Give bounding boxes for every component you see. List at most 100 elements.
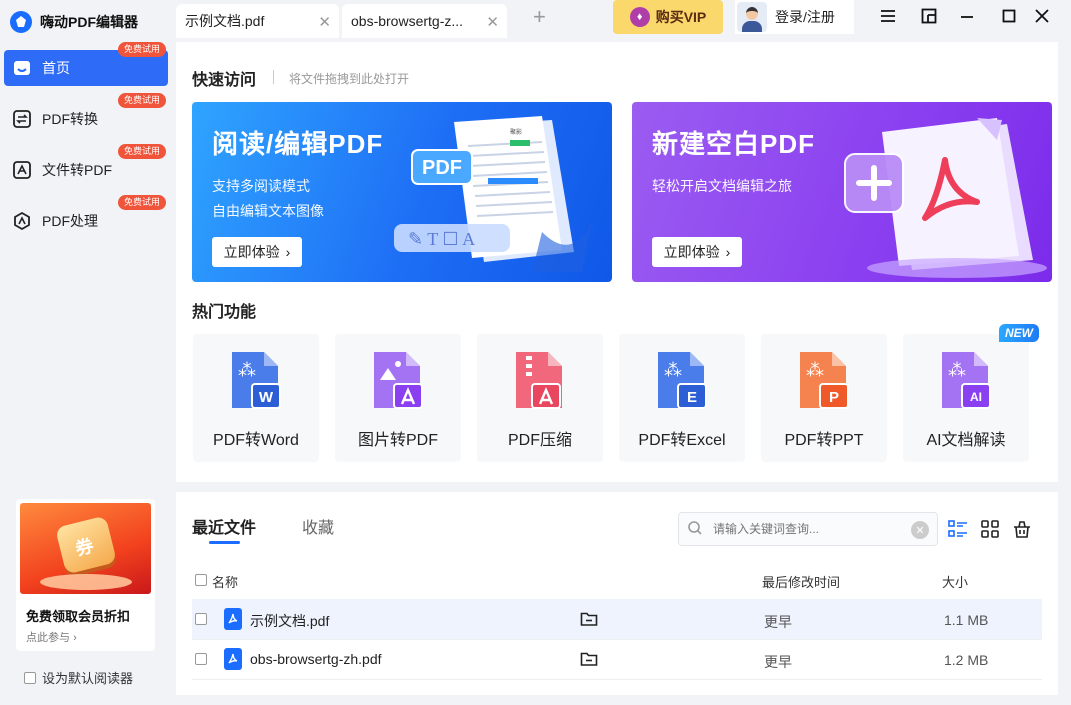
app-logo-icon bbox=[10, 11, 32, 33]
drop-hint: 将文件拖拽到此处打开 bbox=[289, 70, 409, 87]
pdf-to-word-icon: ⁂W bbox=[228, 350, 284, 412]
svg-text:⁂: ⁂ bbox=[948, 360, 966, 380]
new-document-illustration bbox=[837, 110, 1052, 280]
new-blank-pdf-card[interactable]: 新建空白PDF 轻松开启文档编辑之旅 立即体验› bbox=[632, 102, 1052, 282]
free-trial-badge: 免费试用 bbox=[118, 195, 166, 210]
card-subtitle: 支持多阅读模式 自由编辑文本图像 bbox=[212, 174, 324, 224]
promo-link[interactable]: 点此参与 › bbox=[16, 625, 155, 645]
recent-files-panel: 最近文件 收藏 ✕ 名称 最后修改时间 大小 示例文档.pdf 更早 1.1 M… bbox=[176, 492, 1058, 695]
card-title: 阅读/编辑PDF bbox=[212, 124, 383, 161]
feature-pdf-to-word[interactable]: ⁂W PDF转Word bbox=[193, 334, 319, 462]
promo-title: 免费领取会员折扣 bbox=[16, 598, 155, 625]
layout-icon[interactable] bbox=[919, 6, 939, 26]
minimize-icon[interactable] bbox=[957, 6, 977, 26]
column-modified: 最后修改时间 bbox=[762, 572, 840, 591]
feature-label: PDF转PPT bbox=[784, 426, 863, 450]
free-trial-badge: 免费试用 bbox=[118, 93, 166, 108]
sidebar-item-home[interactable]: 首页 免费试用 bbox=[4, 50, 168, 86]
convert-icon bbox=[12, 109, 32, 129]
tab-document-2[interactable]: obs-browsertg-z... ✕ bbox=[342, 4, 507, 38]
chevron-right-icon: › bbox=[726, 244, 731, 260]
feature-label: AI文档解读 bbox=[926, 426, 1005, 450]
pdf-to-ppt-icon: ⁂P bbox=[796, 350, 852, 412]
svg-text:P: P bbox=[829, 389, 839, 406]
close-icon[interactable]: ✕ bbox=[318, 13, 331, 31]
sidebar: 嗨动PDF编辑器 首页 免费试用 PDF转换 免费试用 文件转PDF 免费试用 bbox=[0, 0, 176, 705]
select-all-checkbox[interactable] bbox=[195, 574, 207, 586]
member-promo-card[interactable]: 券 免费领取会员折扣 点此参与 › bbox=[16, 499, 155, 651]
table-row[interactable]: obs-browsertg-zh.pdf 更早 1.2 MB bbox=[192, 639, 1042, 679]
tab-favorites[interactable]: 收藏 bbox=[302, 514, 334, 538]
sidebar-item-label: PDF转换 bbox=[42, 109, 98, 129]
open-folder-icon[interactable] bbox=[580, 611, 598, 630]
home-icon bbox=[12, 58, 32, 78]
svg-text:PDF: PDF bbox=[422, 157, 462, 179]
title-bar: 示例文档.pdf ✕ obs-browsertg-z... ✕ + ♦ 购买VI… bbox=[176, 0, 1071, 38]
file-size: 1.2 MB bbox=[944, 652, 988, 668]
login-button[interactable]: 登录/注册 bbox=[735, 0, 854, 34]
buy-vip-button[interactable]: ♦ 购买VIP bbox=[613, 0, 723, 34]
feature-pdf-compress[interactable]: PDF压缩 bbox=[477, 334, 603, 462]
file-size: 1.1 MB bbox=[944, 612, 988, 628]
tab-document-1[interactable]: 示例文档.pdf ✕ bbox=[176, 4, 339, 38]
svg-text:✎ T ☐ A: ✎ T ☐ A bbox=[408, 229, 475, 249]
table-row[interactable]: 示例文档.pdf 更早 1.1 MB bbox=[192, 599, 1042, 639]
svg-text:聚影: 聚影 bbox=[510, 128, 522, 136]
feature-ai-doc-reading[interactable]: NEW ⁂AI AI文档解读 bbox=[903, 334, 1029, 462]
try-now-button[interactable]: 立即体验› bbox=[212, 237, 302, 267]
vip-label: 购买VIP bbox=[656, 7, 707, 27]
sidebar-item-file-to-pdf[interactable]: 文件转PDF 免费试用 bbox=[4, 152, 168, 188]
menu-icon[interactable] bbox=[878, 6, 898, 26]
file-name: 示例文档.pdf bbox=[250, 611, 329, 631]
maximize-icon[interactable] bbox=[999, 6, 1019, 26]
row-checkbox[interactable] bbox=[195, 613, 207, 625]
document-illustration: 聚影 PDF ✎ T ☐ A bbox=[392, 112, 612, 277]
close-window-icon[interactable] bbox=[1032, 6, 1052, 26]
pdf-process-icon bbox=[12, 211, 32, 231]
sidebar-item-label: 文件转PDF bbox=[42, 160, 112, 180]
feature-pdf-to-excel[interactable]: ⁂E PDF转Excel bbox=[619, 334, 745, 462]
clear-history-icon[interactable] bbox=[1011, 518, 1033, 540]
close-icon[interactable]: ✕ bbox=[486, 13, 499, 31]
feature-pdf-to-ppt[interactable]: ⁂P PDF转PPT bbox=[761, 334, 887, 462]
open-folder-icon[interactable] bbox=[580, 651, 598, 670]
file-name: obs-browsertg-zh.pdf bbox=[250, 651, 382, 667]
chevron-right-icon: › bbox=[286, 244, 291, 260]
default-reader-checkbox[interactable] bbox=[24, 672, 36, 684]
pdf-file-icon bbox=[224, 608, 242, 630]
list-view-icon[interactable] bbox=[947, 518, 969, 540]
try-now-button[interactable]: 立即体验› bbox=[652, 237, 742, 267]
tab-recent-files[interactable]: 最近文件 bbox=[192, 514, 256, 538]
search-box[interactable]: ✕ bbox=[678, 512, 938, 546]
clear-search-icon[interactable]: ✕ bbox=[911, 521, 929, 539]
sidebar-item-pdf-convert[interactable]: PDF转换 免费试用 bbox=[4, 101, 168, 137]
pdf-to-excel-icon: ⁂E bbox=[654, 350, 710, 412]
read-edit-pdf-card[interactable]: 阅读/编辑PDF 支持多阅读模式 自由编辑文本图像 立即体验› 聚影 PDF ✎… bbox=[192, 102, 612, 282]
sidebar-item-pdf-process[interactable]: PDF处理 免费试用 bbox=[4, 203, 168, 239]
svg-text:⁂: ⁂ bbox=[806, 360, 824, 380]
svg-text:W: W bbox=[259, 389, 274, 406]
column-name: 名称 bbox=[212, 572, 238, 591]
avatar bbox=[737, 2, 767, 32]
new-badge: NEW bbox=[999, 324, 1039, 342]
sidebar-item-label: PDF处理 bbox=[42, 211, 98, 231]
svg-text:E: E bbox=[687, 389, 697, 406]
image-to-pdf-icon bbox=[370, 350, 426, 412]
feature-image-to-pdf[interactable]: 图片转PDF bbox=[335, 334, 461, 462]
search-input[interactable] bbox=[713, 522, 898, 536]
row-checkbox[interactable] bbox=[195, 653, 207, 665]
active-tab-indicator bbox=[209, 541, 240, 544]
free-trial-badge: 免费试用 bbox=[118, 144, 166, 159]
file-modified: 更早 bbox=[764, 652, 792, 672]
card-subtitle: 轻松开启文档编辑之旅 bbox=[652, 174, 792, 199]
tab-label: obs-browsertg-z... bbox=[351, 13, 463, 29]
add-tab-icon[interactable]: + bbox=[533, 4, 546, 30]
diamond-icon: ♦ bbox=[630, 7, 650, 27]
grid-view-icon[interactable] bbox=[979, 518, 1001, 540]
ai-doc-icon: ⁂AI bbox=[938, 350, 994, 412]
file-table-header: 名称 最后修改时间 大小 bbox=[192, 570, 1042, 590]
feature-label: PDF转Excel bbox=[638, 426, 725, 450]
free-trial-badge: 免费试用 bbox=[118, 42, 166, 57]
default-reader-option[interactable]: 设为默认阅读器 bbox=[24, 668, 133, 687]
svg-text:⁂: ⁂ bbox=[664, 360, 682, 380]
